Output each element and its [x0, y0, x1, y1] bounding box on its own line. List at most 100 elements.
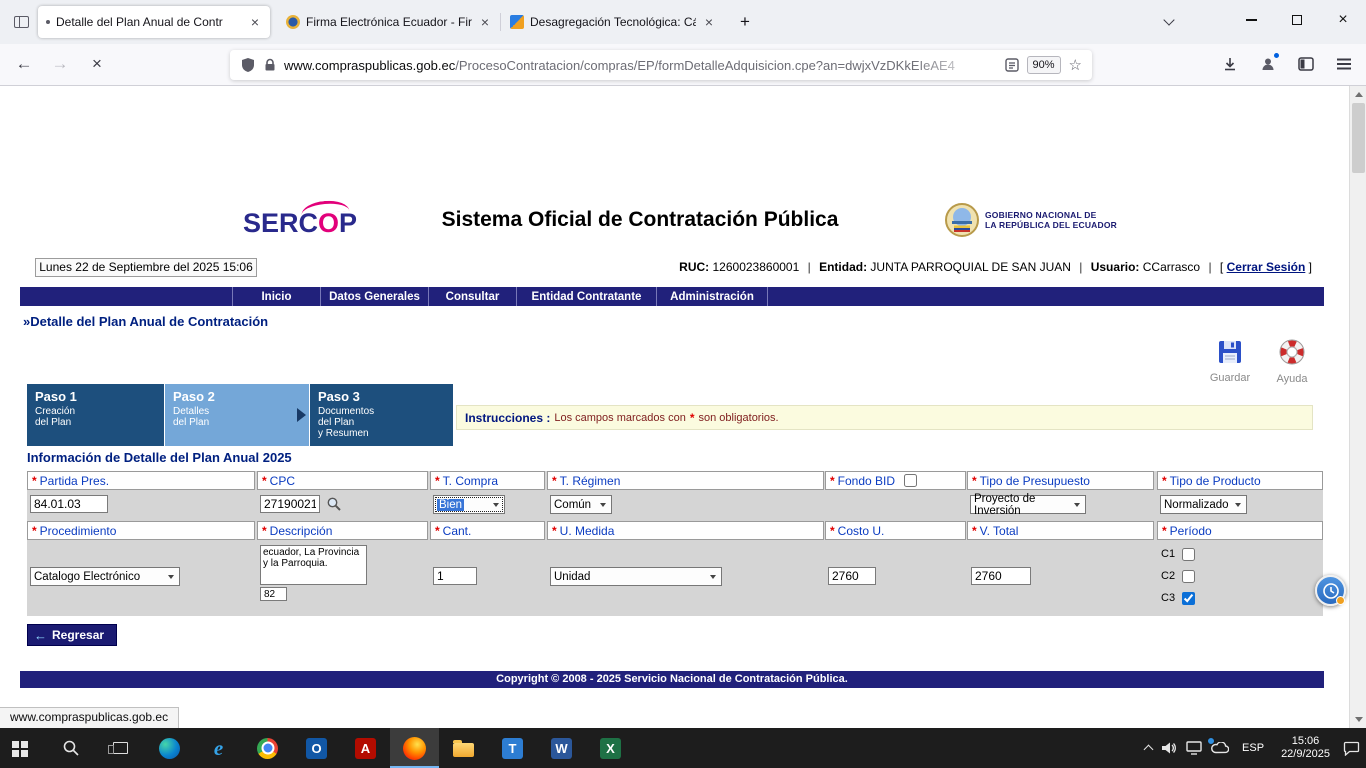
menu-item-entidad-contratante[interactable]: Entidad Contratante: [516, 287, 656, 306]
instructions-label: Instrucciones :: [465, 411, 550, 425]
outlook-icon: O: [306, 738, 327, 759]
network-button[interactable]: [1186, 741, 1202, 755]
list-all-tabs-button[interactable]: [1156, 9, 1182, 35]
tab-firma-electronica[interactable]: Firma Electrónica Ecuador - Firn ×: [278, 6, 500, 38]
tab-detalle-plan[interactable]: Detalle del Plan Anual de Contr ×: [38, 6, 270, 38]
new-tab-button[interactable]: +: [732, 9, 758, 35]
footer: Copyright © 2008 - 2025 Servicio Naciona…: [20, 671, 1324, 688]
fondo-bid-checkbox[interactable]: [904, 474, 917, 487]
shield-icon[interactable]: [240, 57, 256, 73]
scroll-up-button[interactable]: [1350, 86, 1366, 103]
menu-item-administracion[interactable]: Administración: [656, 287, 768, 306]
regresar-button[interactable]: ← Regresar: [27, 624, 117, 646]
step-paso-1[interactable]: Paso 1 Creación del Plan: [27, 384, 164, 446]
menu-item-inicio[interactable]: Inicio: [232, 287, 320, 306]
firefox-button[interactable]: [390, 728, 439, 768]
chrome-button[interactable]: [243, 728, 292, 768]
menu-button[interactable]: [1328, 48, 1360, 80]
entidad-label: Entidad:: [819, 260, 867, 274]
account-button[interactable]: [1252, 48, 1284, 80]
step-paso-2[interactable]: Paso 2 Detalles del Plan: [165, 384, 309, 446]
gov-line-2: LA REPÚBLICA DEL ECUADOR: [985, 220, 1117, 230]
menu-item-datos-generales[interactable]: Datos Generales: [320, 287, 428, 306]
taskbar-search-button[interactable]: [46, 728, 96, 768]
instructions-text: Los campos marcados con: [554, 412, 685, 424]
excel-icon: X: [600, 738, 621, 759]
close-window-button[interactable]: ×: [1320, 0, 1366, 40]
volume-button[interactable]: [1161, 741, 1177, 755]
start-button[interactable]: [0, 728, 46, 768]
periodo-c1-checkbox[interactable]: [1182, 548, 1195, 561]
stop-loading-button[interactable]: ×: [81, 48, 113, 80]
v-total-input[interactable]: [971, 567, 1031, 585]
minimize-button[interactable]: [1228, 0, 1274, 40]
excel-button[interactable]: X: [586, 728, 635, 768]
guardar-button[interactable]: Guardar: [1200, 339, 1260, 384]
word-button[interactable]: W: [537, 728, 586, 768]
tipo-presupuesto-select[interactable]: Proyecto de Inversión: [970, 495, 1086, 514]
firefox-view-button[interactable]: [8, 9, 34, 35]
t-compra-select[interactable]: Bien: [433, 495, 505, 514]
system-tray: ESP 15:06 22/9/2025: [1145, 728, 1366, 768]
ayuda-button[interactable]: Ayuda: [1262, 338, 1322, 385]
costo-u-input[interactable]: [828, 567, 876, 585]
descripcion-codigo-input[interactable]: [260, 587, 287, 601]
download-icon: [1222, 56, 1238, 72]
step-line: y Resumen: [318, 428, 445, 439]
reader-view-icon[interactable]: [1005, 58, 1019, 72]
task-view-button[interactable]: [96, 728, 145, 768]
maximize-button[interactable]: [1274, 0, 1320, 40]
tab-close-icon[interactable]: ×: [478, 14, 492, 30]
tab-desagregacion[interactable]: Desagregación Tecnológica: Cál ×: [502, 6, 724, 38]
cpc-search-button[interactable]: [326, 496, 342, 517]
onedrive-button[interactable]: [1211, 742, 1229, 754]
file-explorer-button[interactable]: [439, 728, 488, 768]
periodo-c1-label: C1: [1161, 548, 1177, 560]
speaker-icon: [1161, 741, 1177, 755]
url-domain: www.compraspublicas.gob.ec: [284, 58, 455, 73]
downloads-button[interactable]: [1214, 48, 1246, 80]
edge-button[interactable]: [145, 728, 194, 768]
bookmark-star-icon[interactable]: ☆: [1069, 56, 1082, 74]
instructions-text: son obligatorios.: [698, 412, 778, 424]
language-indicator[interactable]: ESP: [1238, 742, 1268, 754]
tipo-producto-select[interactable]: Normalizado: [1160, 495, 1247, 514]
outlook-button[interactable]: O: [292, 728, 341, 768]
tab-close-icon[interactable]: ×: [248, 14, 262, 30]
header-tipo-presupuesto: *Tipo de Presupuesto: [967, 471, 1154, 490]
t-regimen-select[interactable]: Común: [550, 495, 612, 514]
u-medida-select[interactable]: Unidad: [550, 567, 722, 586]
forward-button[interactable]: →: [44, 48, 76, 80]
search-icon: [62, 739, 80, 757]
chevron-down-icon: [710, 575, 716, 579]
procedimiento-select[interactable]: Catalogo Electrónico: [30, 567, 180, 586]
descripcion-textarea[interactable]: ecuador, La Provincia y la Parroquia.: [260, 545, 367, 585]
tray-expand-icon[interactable]: [1144, 745, 1154, 755]
lock-icon[interactable]: [264, 58, 276, 72]
url-bar[interactable]: www.compraspublicas.gob.ec/ProcesoContra…: [230, 50, 1092, 80]
back-button[interactable]: ←: [8, 48, 40, 80]
acrobat-button[interactable]: A: [341, 728, 390, 768]
scrollbar-thumb[interactable]: [1352, 103, 1365, 173]
page-scrollbar[interactable]: [1349, 86, 1366, 728]
cpc-input[interactable]: [260, 495, 320, 513]
scroll-down-button[interactable]: [1350, 711, 1366, 728]
sidebar-button[interactable]: [1290, 48, 1322, 80]
cantidad-input[interactable]: [433, 567, 477, 585]
logout-link[interactable]: Cerrar Sesión: [1227, 260, 1306, 274]
periodo-c3-checkbox[interactable]: [1182, 592, 1195, 605]
detail-form: *Partida Pres. *CPC *T. Compra *T. Régim…: [27, 471, 1323, 616]
zoom-indicator[interactable]: 90%: [1027, 56, 1061, 74]
action-center-button[interactable]: [1343, 741, 1360, 756]
partida-pres-input[interactable]: [30, 495, 108, 513]
internet-explorer-button[interactable]: e: [194, 728, 243, 768]
step-paso-3[interactable]: Paso 3 Documentos del Plan y Resumen: [310, 384, 453, 446]
taskbar-clock[interactable]: 15:06 22/9/2025: [1277, 735, 1334, 761]
floating-widget[interactable]: [1315, 575, 1346, 606]
periodo-c2-checkbox[interactable]: [1182, 570, 1195, 583]
teams-button[interactable]: T: [488, 728, 537, 768]
chevron-down-icon: [1235, 503, 1241, 507]
menu-item-consultar[interactable]: Consultar: [428, 287, 516, 306]
header-u-medida: *U. Medida: [547, 521, 824, 540]
tab-close-icon[interactable]: ×: [702, 14, 716, 30]
